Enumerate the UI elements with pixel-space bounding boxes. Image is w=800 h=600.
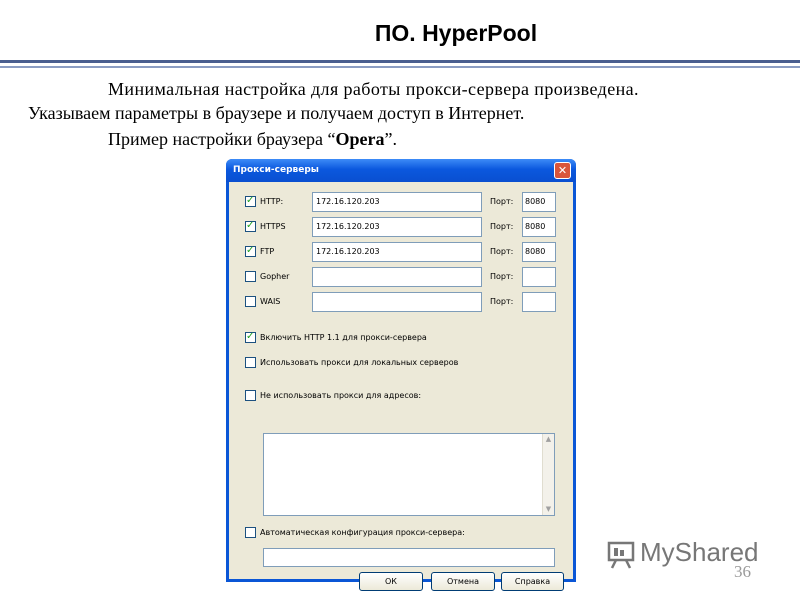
- exclude-addresses-textarea[interactable]: ▲ ▼: [263, 433, 555, 516]
- proxy-row-https: HTTPS 172.16.120.203 Порт: 8080: [229, 217, 573, 237]
- title-divider-secondary: [0, 66, 800, 68]
- help-button[interactable]: Справка: [501, 572, 564, 591]
- proxy-servers-dialog: Прокси-серверы ✕ HTTP: 172.16.120.203 По…: [226, 159, 576, 591]
- body-line-3: Пример настройки браузера “Opera”.: [108, 127, 397, 151]
- https-port-input[interactable]: 8080: [522, 217, 556, 237]
- textarea-scrollbar[interactable]: ▲ ▼: [542, 434, 554, 515]
- http-port-label: Порт:: [490, 197, 514, 206]
- body-line-2: Указываем параметры в браузере и получае…: [28, 103, 525, 123]
- gopher-checkbox[interactable]: [245, 271, 256, 282]
- page-number: 36: [734, 562, 751, 581]
- https-label: HTTPS: [260, 222, 286, 231]
- local-proxy-checkbox[interactable]: [245, 357, 256, 368]
- autoconfig-url-input[interactable]: [263, 548, 555, 567]
- body-line-1: Минимальная настройка для работы прокси-…: [108, 79, 639, 99]
- ftp-checkbox[interactable]: [245, 245, 256, 257]
- scroll-down-arrow-icon[interactable]: ▼: [543, 504, 554, 515]
- body-line-3-suffix: ”.: [384, 129, 398, 149]
- http-address-input[interactable]: 172.16.120.203: [312, 192, 482, 212]
- wais-port-label: Порт:: [490, 297, 514, 306]
- proxy-row-wais: WAIS Порт:: [229, 292, 573, 312]
- ftp-port-label: Порт:: [490, 247, 514, 256]
- wais-checkbox[interactable]: [245, 296, 256, 307]
- option-exclude: Не использовать прокси для адресов:: [229, 386, 573, 406]
- ftp-address-input[interactable]: 172.16.120.203: [312, 242, 482, 262]
- gopher-label: Gopher: [260, 272, 290, 281]
- https-port-label: Порт:: [490, 222, 514, 231]
- ftp-label: FTP: [260, 247, 275, 256]
- http11-checkbox[interactable]: [245, 331, 256, 343]
- local-proxy-label[interactable]: Использовать прокси для локальных сервер…: [260, 358, 458, 367]
- option-http11: Включить HTTP 1.1 для прокси-сервера: [229, 328, 573, 348]
- gopher-port-input[interactable]: [522, 267, 556, 287]
- cancel-button[interactable]: Отмена: [431, 572, 495, 591]
- http-port-input[interactable]: 8080: [522, 192, 556, 212]
- opera-name: Opera: [335, 129, 385, 149]
- ftp-port-input[interactable]: 8080: [522, 242, 556, 262]
- http11-label[interactable]: Включить HTTP 1.1 для прокси-сервера: [260, 333, 427, 342]
- presentation-board-icon: [607, 541, 635, 569]
- gopher-port-label: Порт:: [490, 272, 514, 281]
- autoconfig-label[interactable]: Автоматическая конфигурация прокси-серве…: [260, 528, 465, 537]
- close-button[interactable]: ✕: [554, 162, 571, 179]
- autoconfig-checkbox[interactable]: [245, 527, 256, 538]
- gopher-address-input[interactable]: [312, 267, 482, 287]
- dialog-titlebar[interactable]: Прокси-серверы ✕: [226, 159, 576, 182]
- slide-title: ПО. HyperPool: [374, 20, 538, 46]
- http-checkbox[interactable]: [245, 195, 256, 207]
- exclude-checkbox[interactable]: [245, 390, 256, 401]
- ok-button[interactable]: ОК: [359, 572, 423, 591]
- exclude-label[interactable]: Не использовать прокси для адресов:: [260, 391, 421, 400]
- option-local: Использовать прокси для локальных сервер…: [229, 353, 573, 373]
- https-address-input[interactable]: 172.16.120.203: [312, 217, 482, 237]
- proxy-row-gopher: Gopher Порт:: [229, 267, 573, 287]
- http-label: HTTP:: [260, 197, 284, 206]
- dialog-client-area: HTTP: 172.16.120.203 Порт: 8080 HTTPS 17…: [229, 182, 573, 591]
- proxy-row-http: HTTP: 172.16.120.203 Порт: 8080: [229, 192, 573, 212]
- https-checkbox[interactable]: [245, 220, 256, 232]
- dialog-title: Прокси-серверы: [233, 165, 319, 175]
- title-divider: [0, 60, 800, 63]
- scroll-up-arrow-icon[interactable]: ▲: [543, 434, 554, 445]
- body-line-3-prefix: Пример настройки браузера “: [108, 129, 336, 149]
- wais-label: WAIS: [260, 297, 281, 306]
- wais-port-input[interactable]: [522, 292, 556, 312]
- proxy-row-ftp: FTP 172.16.120.203 Порт: 8080: [229, 242, 573, 262]
- option-autoconfig: Автоматическая конфигурация прокси-серве…: [229, 523, 573, 543]
- wais-address-input[interactable]: [312, 292, 482, 312]
